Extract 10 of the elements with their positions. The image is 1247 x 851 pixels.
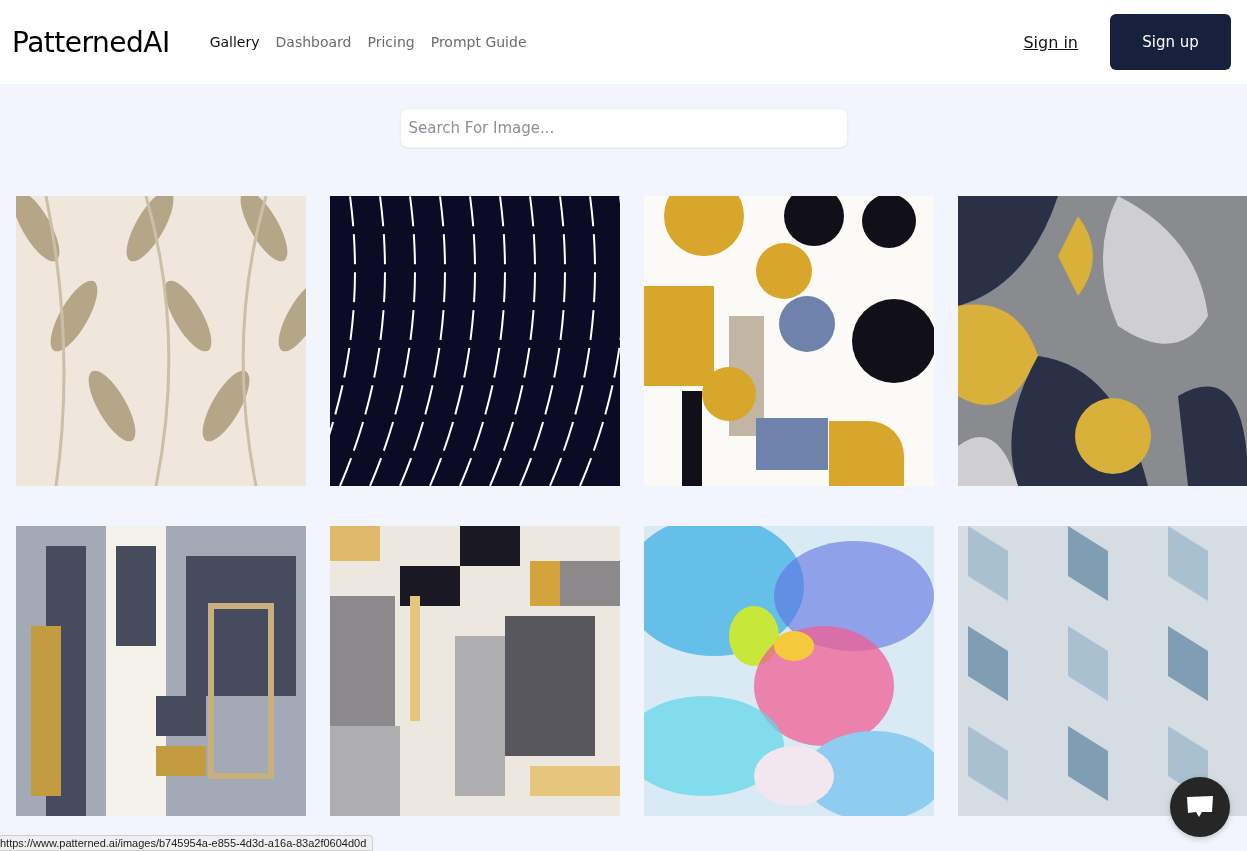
search-field[interactable]: Search For Image... bbox=[399, 108, 848, 148]
status-bar-url: https://www.patterned.ai/images/b745954a-e855-4d3d-a16a-83a2f0604d0d bbox=[0, 835, 374, 851]
chat-icon bbox=[1186, 795, 1214, 819]
sign-up-button[interactable]: Sign up bbox=[1110, 14, 1231, 70]
sign-in-link[interactable]: Sign in bbox=[1023, 32, 1078, 52]
logo[interactable]: PatternedAI bbox=[12, 25, 170, 59]
nav-link[interactable]: Prompt Guide bbox=[430, 34, 527, 50]
nav-link[interactable]: Dashboard bbox=[275, 34, 352, 50]
nav-link[interactable]: Gallery bbox=[209, 34, 260, 50]
nav-link[interactable]: Pricing bbox=[367, 34, 415, 50]
